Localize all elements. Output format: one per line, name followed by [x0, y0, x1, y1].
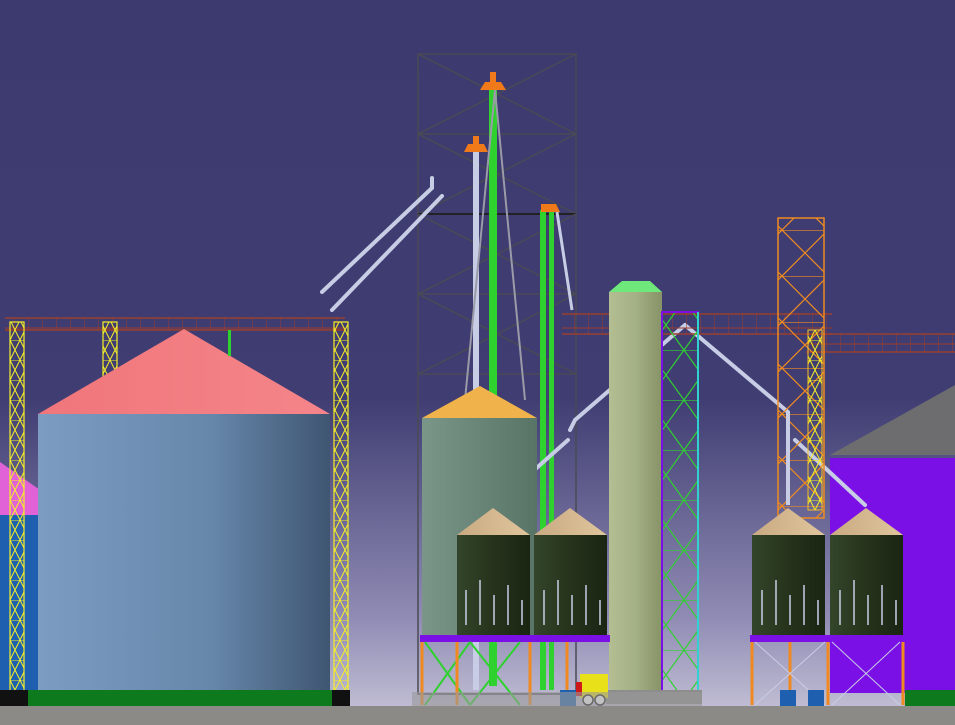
ground [0, 706, 955, 725]
left-catwalk [5, 317, 345, 331]
yellow-tower-1 [9, 321, 25, 693]
hopper-bin-4 [830, 508, 903, 635]
large-bin-vent [228, 330, 231, 356]
yellow-tower-3 [333, 321, 349, 693]
orange-lattice-tower [777, 217, 825, 519]
lattice-tower-center [658, 311, 702, 704]
tall-silo-body [609, 292, 662, 692]
grain-elevator-scene [0, 0, 955, 725]
hopper-bin-2 [534, 508, 607, 635]
hopper-bin-3 [752, 508, 825, 635]
large-bin-base [0, 690, 350, 706]
large-bin-wall [38, 414, 330, 692]
tall-silo [606, 281, 666, 704]
